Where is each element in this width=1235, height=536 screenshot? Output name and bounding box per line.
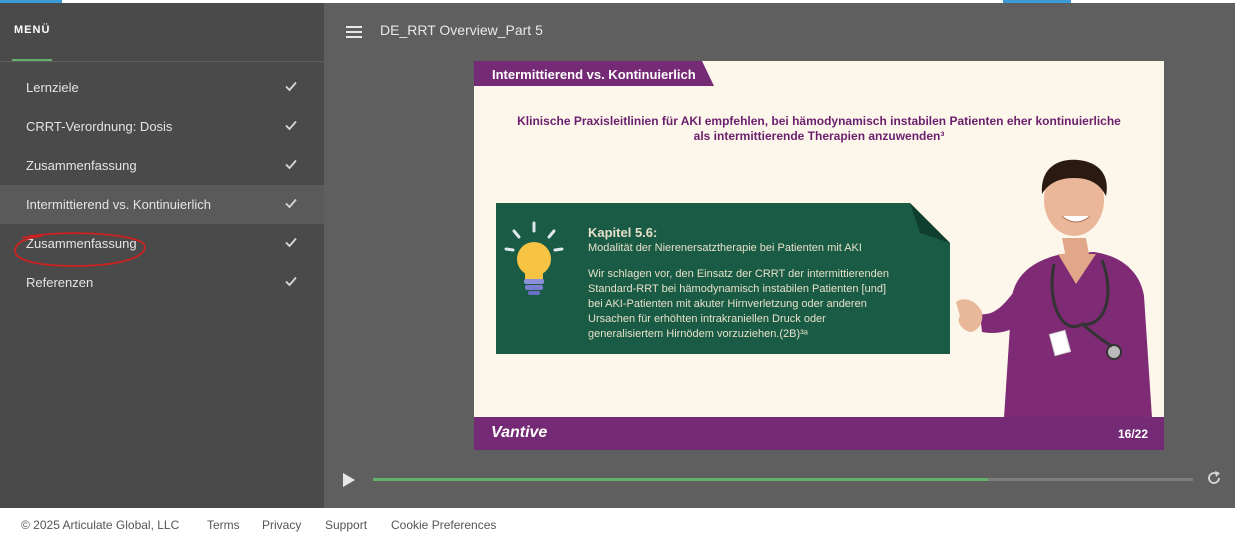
page-number: 16/22 (1117, 427, 1148, 441)
footer-link-cookie-preferences[interactable]: Cookie Preferences (391, 518, 496, 532)
menu-item-label: Referenzen (26, 275, 94, 290)
menu-item-label: CRRT-Verordnung: Dosis (26, 119, 173, 134)
chapter-subtitle: Modalität der Nierenersatztherapie bei P… (588, 242, 862, 254)
check-icon (285, 237, 297, 248)
headline-line: Klinische Praxisleitlinien für AKI empfe… (517, 114, 1121, 128)
menu-header: MENÜ (0, 3, 324, 62)
chapter-body: Wir schlagen vor, den Einsatz der CRRT d… (588, 267, 938, 342)
check-icon (285, 159, 297, 170)
body-line: generalisiertem Hirnödem vorzuziehen.(2B… (588, 328, 808, 340)
body-line: Ursachen für erhöhten intrakraniellen Dr… (588, 313, 826, 325)
progress-bar[interactable] (373, 478, 1193, 481)
replay-icon[interactable] (1206, 470, 1222, 486)
slide-headline: Klinische Praxisleitlinien für AKI empfe… (504, 114, 1134, 144)
progress-fill (373, 478, 988, 481)
menu-item-label: Lernziele (26, 80, 79, 95)
menu-item-label: Zusammenfassung (26, 158, 137, 173)
hamburger-icon[interactable] (346, 26, 362, 38)
lightbulb-icon (504, 221, 564, 295)
menu-item-crrt-dosis[interactable]: CRRT-Verordnung: Dosis (0, 107, 324, 146)
footer-link-support[interactable]: Support (325, 518, 367, 532)
play-icon[interactable] (342, 472, 356, 488)
menu-title: MENÜ (14, 24, 51, 36)
menu-list: Lernziele CRRT-Verordnung: Dosis Zusamme… (0, 68, 324, 302)
player-controls (324, 465, 1235, 495)
check-icon (285, 81, 297, 92)
slide-title: Intermittierend vs. Kontinuierlich (492, 67, 696, 82)
check-icon (285, 276, 297, 287)
body-line: Standard-RRT bei hämodynamisch instabile… (588, 283, 886, 295)
menu-item-zusammenfassung-1[interactable]: Zusammenfassung (0, 146, 324, 185)
page-footer: © 2025 Articulate Global, LLC Terms Priv… (0, 508, 1235, 536)
footer-link-terms[interactable]: Terms (207, 518, 240, 532)
menu-item-lernziele[interactable]: Lernziele (0, 68, 324, 107)
body-line: bei AKI-Patienten mit akuter Hirnverletz… (588, 298, 867, 310)
chapter-title: Kapitel 5.6: (588, 225, 658, 240)
sidebar-menu: MENÜ Lernziele CRRT-Verordnung: Dosis Zu… (0, 3, 324, 508)
menu-item-label: Intermittierend vs. Kontinuierlich (26, 197, 211, 212)
main-content: DE_RRT Overview_Part 5 Intermittierend v… (324, 3, 1235, 508)
menu-item-label: Zusammenfassung (26, 236, 137, 251)
course-title: DE_RRT Overview_Part 5 (380, 22, 543, 38)
check-icon (285, 198, 297, 209)
menu-item-zusammenfassung-2[interactable]: Zusammenfassung (0, 224, 324, 263)
slide-footer: Vantive 16/22 (474, 417, 1164, 450)
headline-line: als intermittierende Therapien anzuwende… (693, 129, 945, 143)
menu-item-referenzen[interactable]: Referenzen (0, 263, 324, 302)
menu-title-underline (12, 59, 52, 61)
check-icon (285, 120, 297, 131)
body-line: Wir schlagen vor, den Einsatz der CRRT d… (588, 268, 890, 280)
slide: Intermittierend vs. Kontinuierlich Klini… (474, 61, 1164, 450)
vantive-logo: Vantive (491, 424, 548, 441)
doctor-illustration (956, 159, 1152, 418)
copyright-text: © 2025 Articulate Global, LLC (21, 518, 180, 532)
menu-item-intermittierend[interactable]: Intermittierend vs. Kontinuierlich (0, 185, 324, 224)
footer-link-privacy[interactable]: Privacy (262, 518, 301, 532)
